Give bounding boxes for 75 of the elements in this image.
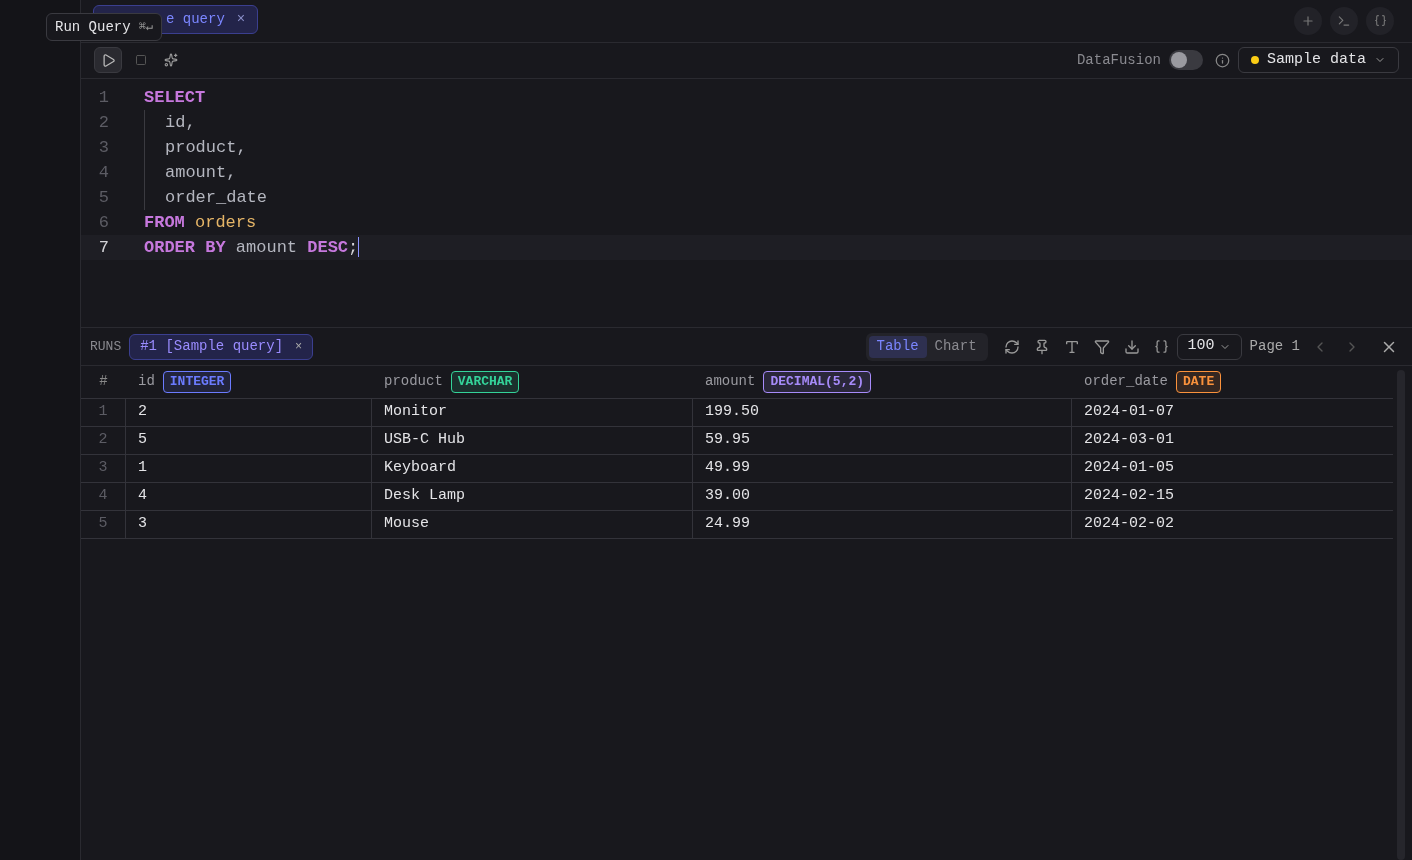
sparkle-icon [164,53,178,68]
table-cell: Mouse [372,511,693,538]
type-badge: VARCHAR [450,371,520,393]
row-number: 3 [81,455,126,482]
type-badge: DATE [1176,371,1222,393]
type-badge: DECIMAL(5,2) [763,371,872,393]
line-number: 4 [97,161,109,184]
refresh-icon[interactable] [1003,338,1020,355]
text-cursor [358,237,360,258]
shortcut-label: ⌘↵ [138,19,154,36]
table-cell-text: 2024-01-07 [1083,402,1175,423]
download-icon[interactable] [1123,338,1140,355]
plus-icon [1301,13,1315,28]
column-header[interactable]: amount [705,371,756,393]
braces-button[interactable] [1366,6,1394,35]
line-number: 5 [97,186,109,209]
code-line: SELECT [144,86,206,109]
row-number: 5 [81,511,126,538]
play-icon [100,52,116,68]
column-header: # [98,372,109,392]
page-size-dropdown[interactable]: 100 [1176,333,1242,360]
type-badge: INTEGER [162,371,232,393]
runs-label: RUNS [90,337,122,356]
code-line: ORDER BY amount DESC; [144,236,359,259]
table-cell: 2 [126,399,372,426]
row-number: 4 [81,483,126,510]
row-number: 1 [81,399,126,426]
table-cell: Monitor [372,399,693,426]
table-cell: 4 [126,483,372,510]
row-number: 2 [81,427,126,454]
text-icon[interactable] [1063,338,1080,355]
view-tab[interactable]: Chart [926,335,985,358]
table-cell: 199.50 [693,399,1072,426]
line-number: 7 [97,236,109,259]
table-cell: 3 [126,511,372,538]
code-line: FROM orders [144,211,257,234]
table-cell: 59.95 [693,427,1072,454]
run-button[interactable] [94,47,122,74]
code-line: id, [165,111,196,134]
table-cell: Desk Lamp [372,483,693,510]
close-icon[interactable]: × [295,337,303,356]
run-tab[interactable]: #1 [Sample query] × [129,333,314,360]
filter-icon[interactable] [1093,338,1110,355]
line-number: 1 [97,86,109,109]
code-line: product, [165,136,247,159]
line-number: 3 [97,136,109,159]
line-number: 6 [97,211,109,234]
table-cell: 1 [126,455,372,482]
table-cell: Keyboard [372,455,693,482]
engine-label: DataFusion [1076,50,1161,70]
column-header[interactable]: id [138,371,155,393]
column-header[interactable]: product [384,371,443,393]
line-number: 2 [97,111,109,134]
table-cell-text: 2024-02-02 [1083,514,1175,535]
data-source-dropdown[interactable]: Sample data [1237,47,1399,74]
braces-icon [1373,14,1387,28]
table-cell-text: 2024-02-15 [1083,486,1175,507]
column-header[interactable]: order_date [1084,371,1168,393]
code-line: order_date [165,186,268,209]
square-icon [135,54,147,67]
table-cell-text: 2024-03-01 [1083,430,1175,451]
engine-toggle[interactable] [1168,50,1203,71]
table-cell: 39.00 [693,483,1072,510]
table-cell: 49.99 [693,455,1072,482]
table-cell: 5 [126,427,372,454]
table-cell-text: 2024-01-05 [1083,458,1175,479]
view-tab[interactable]: Table [868,335,927,358]
braces-icon[interactable] [1153,339,1169,355]
terminal-icon [1337,13,1351,28]
table-cell: 24.99 [693,511,1072,538]
close-icon[interactable]: × [236,9,246,31]
info-icon[interactable] [1214,52,1230,68]
code-line: amount, [165,161,237,184]
page-label: Page 1 [1249,337,1300,357]
table-cell: USB-C Hub [372,427,693,454]
